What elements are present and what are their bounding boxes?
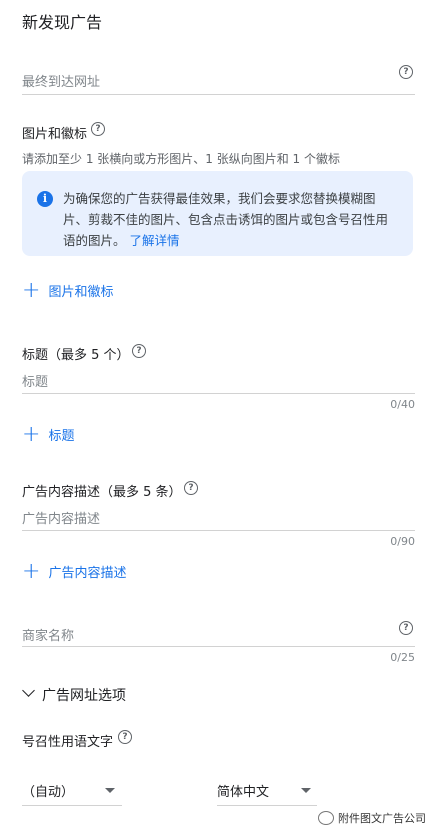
cta-select[interactable]: （自动） [22,781,74,800]
page-title: 新发现广告 [22,13,103,32]
info-message: 为确保您的广告获得最佳效果，我们会要求您替换模糊图片、剪裁不佳的图片、包含点击诱… [63,191,389,248]
chevron-down-icon[interactable] [22,684,35,697]
business-name-char-counter: 0/25 [390,651,415,664]
cta-select-underline [22,805,122,806]
description-char-counter: 0/90 [390,535,415,548]
image-quality-info-text: 为确保您的广告获得最佳效果，我们会要求您替换模糊图片、剪裁不佳的图片、包含点击诱… [63,188,398,251]
images-label: 图片和徽标 [22,127,88,142]
plus-icon: + [22,421,41,447]
headline-char-counter: 0/40 [390,398,415,411]
images-requirement-hint: 请添加至少 1 张横向或方形图片、1 张纵向图片和 1 个徽标 [22,152,340,166]
headline-help-icon[interactable]: ? [132,344,146,358]
final-url-underline [22,94,415,95]
plus-icon: + [22,558,41,584]
cta-help-icon[interactable]: ? [118,730,132,744]
wechat-icon [318,811,334,825]
cta-label: 号召性用语文字 [22,735,114,750]
description-help-icon[interactable]: ? [184,481,198,495]
add-images-label: 图片和徽标 [48,285,114,300]
description-input[interactable]: 广告内容描述 [22,508,100,527]
final-url-help-icon[interactable]: ? [399,65,413,79]
add-description-button[interactable]: + 广告内容描述 [22,558,127,584]
add-headline-button[interactable]: + 标题 [22,421,75,447]
description-underline [22,530,415,531]
business-name-underline [22,646,415,647]
add-headline-label: 标题 [48,429,75,444]
description-label: 广告内容描述（最多 5 条） [22,485,182,500]
final-url-input[interactable]: 最终到达网址 [22,71,100,90]
business-name-input[interactable]: 商家名称 [22,625,74,644]
url-options-toggle[interactable]: 广告网址选项 [42,685,126,705]
add-description-label: 广告内容描述 [48,566,127,581]
language-select-underline [217,805,317,806]
language-dropdown-caret-icon[interactable] [301,788,311,793]
images-help-icon[interactable]: ? [91,122,105,136]
watermark-text: 附件图文广告公司 [338,812,426,825]
learn-more-link[interactable]: 了解详情 [130,233,180,248]
plus-icon: + [22,277,41,303]
business-name-help-icon[interactable]: ? [399,621,413,635]
info-icon: i [37,191,53,207]
cta-dropdown-caret-icon[interactable] [105,788,115,793]
headline-input[interactable]: 标题 [22,371,48,390]
watermark: 附件图文广告公司 [318,810,426,826]
headline-label: 标题（最多 5 个） [22,348,130,363]
headline-underline [22,393,415,394]
add-images-button[interactable]: + 图片和徽标 [22,277,114,303]
language-select[interactable]: 简体中文 [217,781,269,800]
